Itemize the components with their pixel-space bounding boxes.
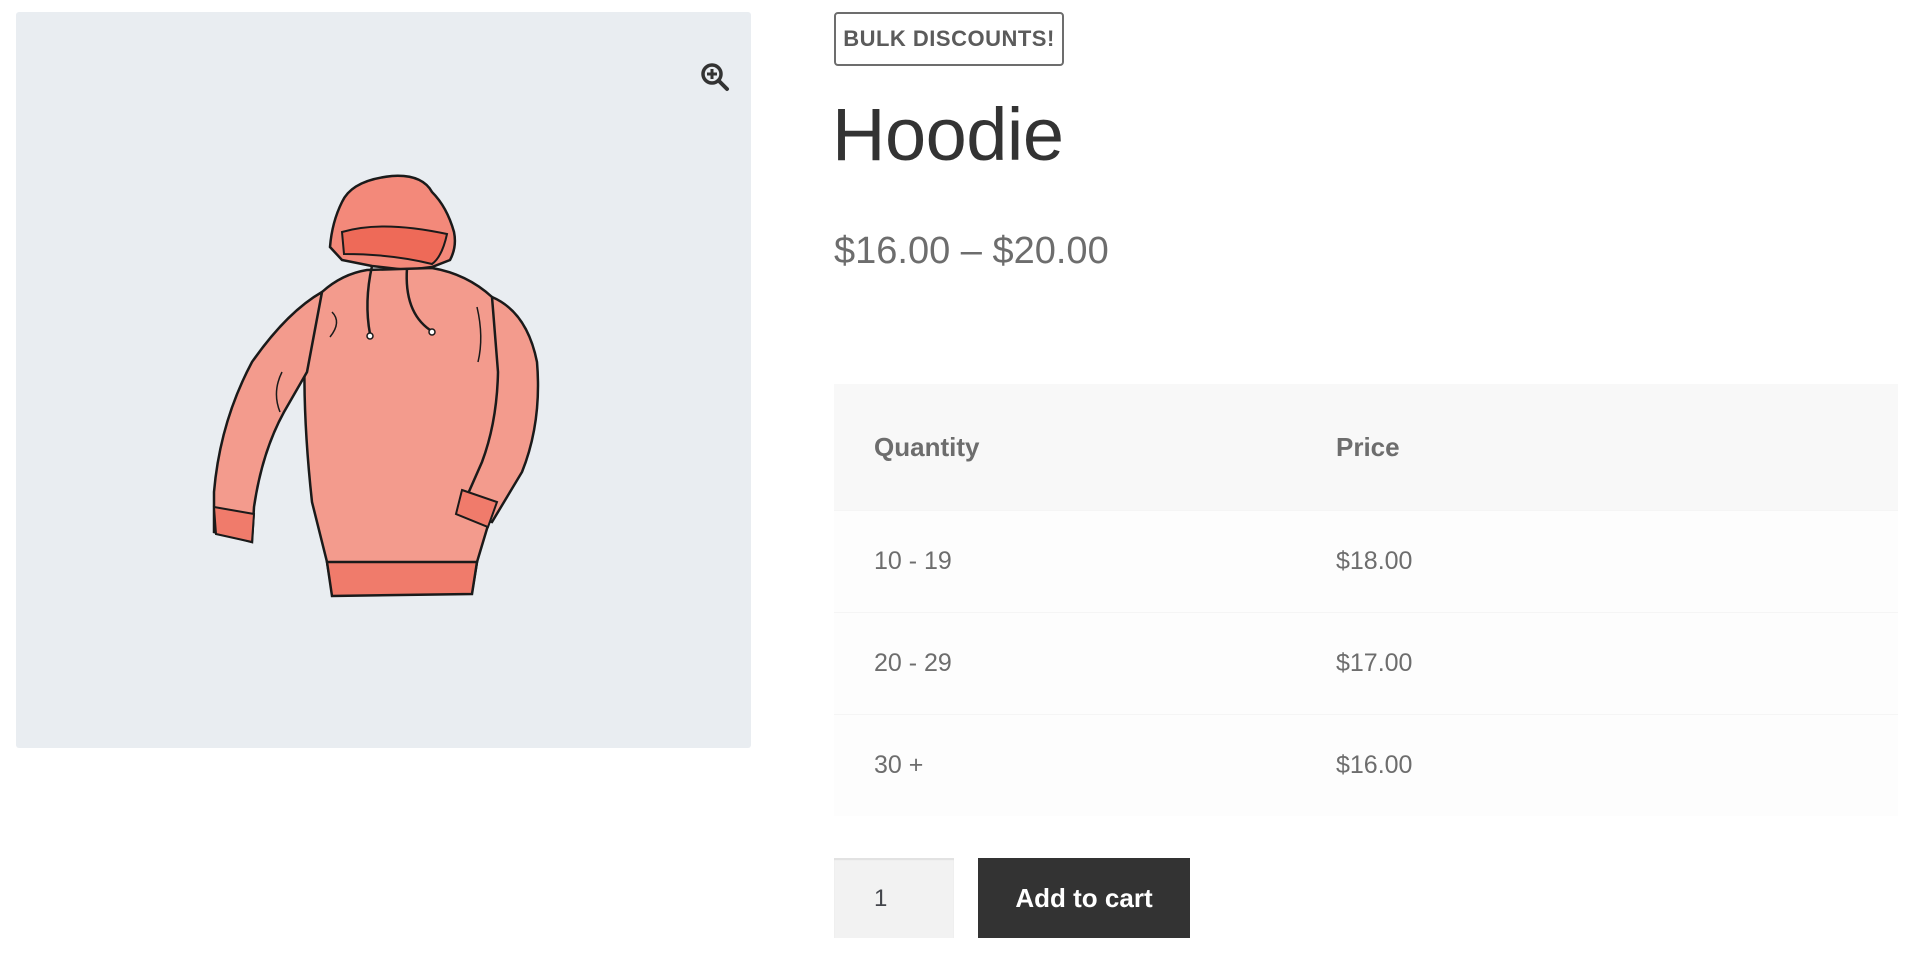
table-header-row: Quantity Price <box>834 384 1898 510</box>
quantity-cell: 30 + <box>874 751 924 779</box>
quantity-cell: 20 - 29 <box>874 649 952 677</box>
product-title: Hoodie <box>832 93 1064 176</box>
quantity-input[interactable] <box>834 858 954 938</box>
product-gallery <box>16 12 751 748</box>
table-row: 10 - 19 $18.00 <box>834 510 1898 612</box>
price-cell: $18.00 <box>1336 547 1413 575</box>
hoodie-image[interactable] <box>192 162 592 622</box>
price-cell: $16.00 <box>1336 751 1413 779</box>
column-header-price: Price <box>1336 431 1400 462</box>
table-row: 30 + $16.00 <box>834 714 1898 816</box>
price-cell: $17.00 <box>1336 649 1413 677</box>
bulk-pricing-table: Quantity Price 10 - 19 $18.00 20 - 29 $1… <box>834 384 1898 816</box>
table-row: 20 - 29 $17.00 <box>834 612 1898 714</box>
bulk-discount-badge: BULK DISCOUNTS! <box>834 12 1064 66</box>
quantity-cell: 10 - 19 <box>874 547 952 575</box>
product-price-range: $16.00 – $20.00 <box>834 230 1109 272</box>
column-header-quantity: Quantity <box>874 431 980 462</box>
zoom-in-icon[interactable] <box>680 46 750 108</box>
product-page: BULK DISCOUNTS! Hoodie $16.00 – $20.00 Q… <box>0 0 1920 966</box>
add-to-cart-button[interactable]: Add to cart <box>978 858 1190 938</box>
